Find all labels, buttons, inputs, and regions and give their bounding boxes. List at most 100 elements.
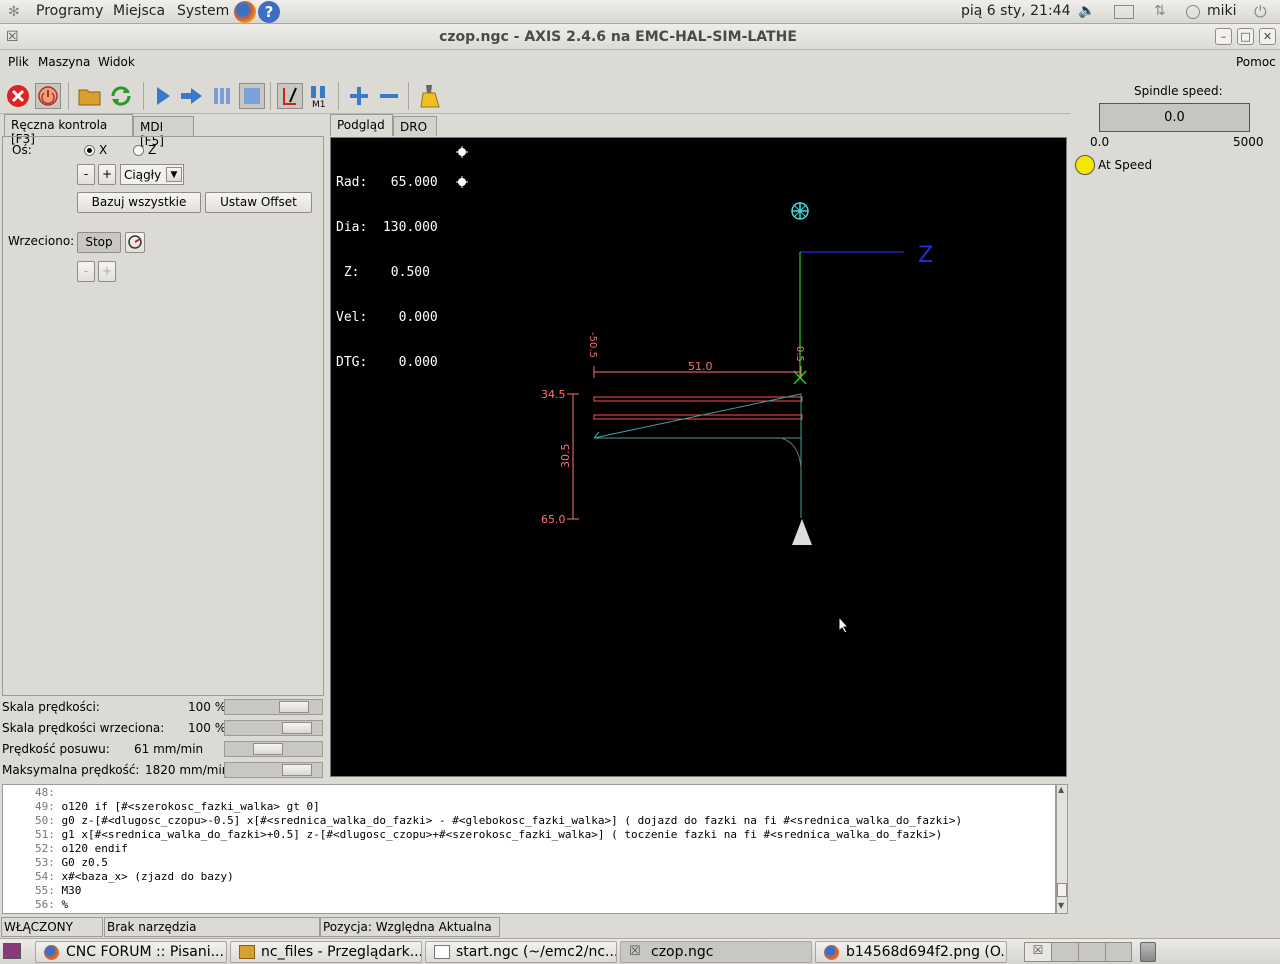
task-text-editor[interactable]: start.ngc (~/emc2/nc... [425,941,617,963]
code-line[interactable]: 48: [3,786,1055,800]
zoom-out-icon[interactable] [376,83,402,109]
spindle-minus-button[interactable]: - [77,261,95,282]
menu-maszyna[interactable]: Maszyna [38,55,90,69]
minimize-button[interactable]: – [1215,28,1232,45]
show-desktop-icon[interactable] [3,943,21,959]
title-bar: ☒ czop.ngc - AXIS 2.4.6 na EMC-HAL-SIM-L… [0,24,1280,50]
spindle-label: Wrzeciono: [8,234,75,248]
code-line[interactable]: 56: % [3,898,1055,912]
gcode-listing[interactable]: 48: 49: o120 if [#<szerokosc_fazki_walka… [2,784,1056,914]
tab-mdi[interactable]: MDI [F5] [133,116,194,148]
machine-power-icon[interactable] [35,83,61,109]
power-icon[interactable]: ⏻ [1254,2,1267,22]
task-image-viewer[interactable]: b14568d694f2.png (O... [815,941,1007,963]
scrollbar-thumb[interactable] [1057,883,1067,897]
code-line[interactable]: 51: g1 x[#<srednica_walka_do_fazki>+0.5]… [3,828,1055,842]
code-line-text: % [61,898,69,911]
run-icon[interactable] [150,83,176,109]
scroll-down-icon[interactable]: ▼ [1058,901,1064,910]
menu-system[interactable]: System [177,3,229,19]
home-all-button[interactable]: Bazuj wszystkie [77,192,201,213]
spindle-max-label: 5000 [1233,135,1264,149]
clock[interactable]: pią 6 sty, 21:44 [961,3,1070,19]
z-max-label: 0.5 [794,346,805,362]
trash-icon[interactable] [1140,942,1156,962]
code-line-number: 56: [35,898,55,911]
workspace-3[interactable] [1079,943,1106,961]
task-axis[interactable]: ☒ czop.ngc [620,941,812,963]
chevron-down-icon[interactable]: ▼ [166,167,182,182]
code-scrollbar[interactable]: ▲ ▼ [1056,784,1068,914]
code-line-text: M30 [61,884,82,897]
gnome-foot-icon[interactable]: ✻ [8,4,24,20]
close-button[interactable]: ✕ [1259,28,1276,45]
pause-icon[interactable] [209,83,235,109]
code-line-number: 48: [35,786,55,799]
network-icon[interactable]: ⇅ [1154,3,1166,19]
code-line[interactable]: 50: g0 z-[#<dlugosc_czopu>-0.5] x[#<sred… [3,814,1055,828]
workspace-2[interactable] [1052,943,1079,961]
jog-speed-slider[interactable] [224,741,323,757]
axis-z-radio[interactable] [133,145,144,156]
slider-thumb[interactable] [282,764,312,776]
menu-pomoc[interactable]: Pomoc [1236,55,1276,69]
menu-programy[interactable]: Programy [36,3,103,19]
user-name[interactable]: miki [1207,3,1237,19]
spindle-plus-button[interactable]: + [98,261,116,282]
slider-thumb[interactable] [282,722,312,734]
clear-backplot-icon[interactable] [417,83,443,109]
axis-x-radio[interactable] [84,145,95,156]
menu-widok[interactable]: Widok [98,55,135,69]
help-icon[interactable]: ? [258,1,280,23]
menu-miejsca[interactable]: Miejsca [113,3,165,19]
jog-plus-button[interactable]: + [98,164,116,185]
code-line-number: 52: [35,842,55,855]
jog-minus-button[interactable]: - [77,164,95,185]
step-icon[interactable] [179,83,205,109]
mail-icon[interactable] [1114,5,1134,19]
spindle-direction-icon[interactable] [125,232,145,253]
optional-stop-icon[interactable]: M1 [306,83,332,110]
touch-off-button[interactable]: Ustaw Offset [205,192,312,213]
radius-span-label: 30.5 [559,444,572,469]
stop-icon[interactable] [239,83,265,109]
rapid-path [593,431,802,518]
task-firefox-forum[interactable]: CNC FORUM :: Pisani... [35,941,227,963]
position-status: Pozycja: Względna Aktualna [320,917,500,937]
axis-x-label: X [99,143,108,157]
tab-manual[interactable]: Ręczna kontrola [F3] [4,114,133,146]
workspace-switcher[interactable]: ☒ [1024,942,1132,962]
spindle-stop-button[interactable]: Stop [77,232,121,253]
code-line[interactable]: 49: o120 if [#<szerokosc_fazki_walka> gt… [3,800,1055,814]
manual-control-panel [2,136,324,696]
spindle-override-value: 100 % [188,721,227,735]
code-line[interactable]: 53: G0 z0.5 [3,856,1055,870]
estop-icon[interactable] [5,83,31,109]
slider-thumb[interactable] [279,701,309,713]
code-line[interactable]: 52: o120 endif [3,842,1055,856]
open-file-icon[interactable] [77,83,103,109]
spindle-override-slider[interactable] [224,720,323,736]
feed-override-slider[interactable] [224,699,323,715]
firefox-icon[interactable] [234,1,256,23]
task-label: czop.ngc [651,944,714,960]
code-line[interactable]: 55: M30 [3,884,1055,898]
jog-mode-select[interactable]: Ciągły ▼ [120,164,184,185]
tab-preview[interactable]: Podgląd [330,114,393,136]
workspace-1[interactable]: ☒ [1025,943,1052,961]
firefox-icon [44,945,59,960]
scroll-up-icon[interactable]: ▲ [1058,785,1064,794]
block-delete-icon[interactable] [277,83,303,109]
axis-app-icon: ☒ [629,944,641,959]
slider-thumb[interactable] [253,743,283,755]
maximize-button[interactable]: □ [1237,28,1254,45]
max-velocity-slider[interactable] [224,762,323,778]
volume-icon[interactable]: 🔈 [1078,3,1095,19]
cursor-icon [838,616,850,634]
menu-plik[interactable]: Plik [8,55,29,69]
code-line[interactable]: 54: x#<baza_x> (zjazd do bazy) [3,870,1055,884]
tab-dro[interactable]: DRO [393,116,437,136]
zoom-in-icon[interactable] [346,83,372,109]
task-file-browser[interactable]: nc_files - Przeglądark... [230,941,422,963]
reload-icon[interactable] [108,83,134,109]
